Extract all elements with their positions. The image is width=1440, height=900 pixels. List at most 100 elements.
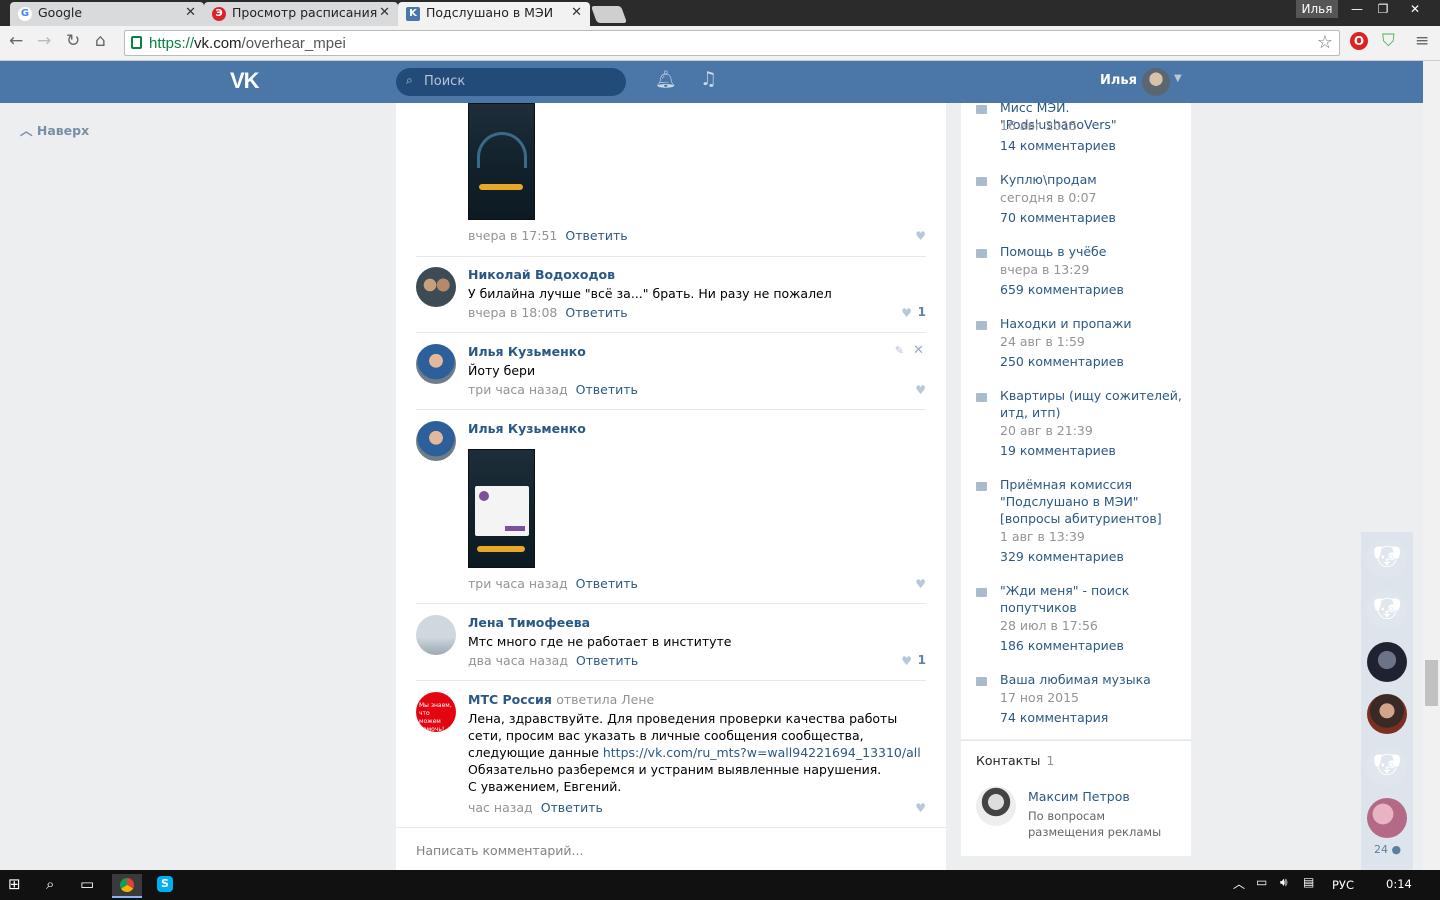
attached-screenshot[interactable] <box>468 103 535 220</box>
reply-target[interactable]: ответила Лене <box>556 692 654 707</box>
heart-icon[interactable]: ♥ <box>901 306 912 320</box>
music-icon[interactable]: ♫ <box>700 68 717 90</box>
chevron-up-icon[interactable]: ︿ <box>1233 875 1245 892</box>
avatar[interactable] <box>1367 798 1407 838</box>
comment-author[interactable]: Николай Водоходов <box>468 267 615 282</box>
close-icon[interactable]: ✕ <box>379 5 390 20</box>
url-text[interactable]: https://vk.com/overhear_mpei <box>149 35 346 52</box>
comment-author[interactable]: Илья Кузьменко <box>468 344 586 359</box>
windows-start-icon[interactable]: ⊞ <box>8 875 21 893</box>
dog-avatar-icon[interactable]: 🐶︎ <box>1367 746 1407 786</box>
reply-link[interactable]: Ответить <box>576 653 638 668</box>
search-icon[interactable]: ⌕ <box>46 875 54 893</box>
browser-profile-button[interactable]: Илья <box>1296 0 1338 18</box>
maximize-icon[interactable]: ❐ <box>1370 0 1396 18</box>
reply-link[interactable]: Ответить <box>565 228 627 243</box>
comment-link[interactable]: https://vk.com/ru_mts?w=wall94221694_133… <box>603 745 921 760</box>
notifications-icon[interactable]: ▤ <box>1303 875 1314 889</box>
comment-input[interactable]: Написать комментарий... <box>396 827 946 870</box>
attached-screenshot[interactable] <box>468 449 535 568</box>
reply-link[interactable]: Ответить <box>541 800 603 815</box>
skype-icon[interactable]: S <box>157 876 173 892</box>
bookmark-star-icon[interactable]: ☆ <box>1317 32 1333 53</box>
online-count[interactable]: 24 ● <box>1374 843 1401 856</box>
close-icon[interactable]: ✕ <box>185 5 196 20</box>
dog-avatar-icon[interactable]: 🐶︎ <box>1367 538 1407 578</box>
topic-title[interactable]: Ваша любимая музыка <box>1000 671 1185 688</box>
heart-icon[interactable]: ♥ <box>901 654 912 668</box>
contacts-title[interactable]: Контакты 1 <box>976 753 1054 768</box>
dog-avatar-icon[interactable]: 🐶︎ <box>1367 590 1407 630</box>
delete-icon[interactable]: ✕ <box>913 343 924 358</box>
chrome-taskbar-button[interactable] <box>112 874 142 898</box>
topic-comments[interactable]: 70 комментариев <box>1000 210 1116 225</box>
clock[interactable]: 0:14 <box>1386 877 1412 891</box>
avatar[interactable] <box>416 615 456 655</box>
topic-title[interactable]: Приёмная комиссия "Подслушано в МЭИ" [во… <box>1000 476 1185 527</box>
search-input[interactable]: ⌕ Поиск <box>396 68 626 96</box>
user-name[interactable]: Илья <box>1100 73 1137 88</box>
topic-comments[interactable]: 74 комментария <box>1000 710 1108 725</box>
heart-icon[interactable]: ♥ <box>915 801 926 815</box>
tab-google[interactable]: G Google ✕ <box>10 2 204 26</box>
close-window-icon[interactable]: ✕ <box>1402 0 1428 18</box>
language-indicator[interactable]: РУС <box>1332 878 1354 892</box>
heart-icon[interactable]: ♥ <box>915 383 926 397</box>
heart-icon[interactable]: ♥ <box>915 229 926 243</box>
task-view-icon[interactable]: ▭ <box>80 875 94 893</box>
menu-icon[interactable]: ≡ <box>1415 31 1429 51</box>
minimize-icon[interactable]: — <box>1344 0 1370 18</box>
bell-icon[interactable]: 🔔︎ <box>655 70 677 90</box>
new-tab-button[interactable] <box>590 6 628 23</box>
tab-label: Подслушано в МЭИ <box>426 5 554 20</box>
topic-comments[interactable]: 186 комментариев <box>1000 638 1124 653</box>
vk-logo[interactable]: VK <box>230 68 260 94</box>
reply-link[interactable]: Ответить <box>576 382 638 397</box>
heart-icon[interactable]: ♥ <box>915 577 926 591</box>
avatar[interactable] <box>1367 642 1407 682</box>
avatar[interactable]: Мы знаем, что можем помочь! <box>416 692 456 732</box>
topic-comments[interactable]: 659 комментариев <box>1000 282 1124 297</box>
volume-icon[interactable]: 🔊︎ <box>1280 875 1288 890</box>
avatar[interactable] <box>416 267 456 307</box>
avatar[interactable] <box>1142 68 1170 96</box>
topic-title[interactable]: Куплю\продам <box>1000 171 1185 188</box>
topic-title[interactable]: Находки и пропажи <box>1000 315 1185 332</box>
network-icon[interactable]: ▭ <box>1256 875 1267 889</box>
comment-author[interactable]: Лена Тимофеева <box>468 615 590 630</box>
close-icon[interactable]: ✕ <box>571 5 582 20</box>
contact-name[interactable]: Максим Петров <box>1028 789 1130 804</box>
scrollbar[interactable] <box>1423 61 1440 870</box>
tab-vk[interactable]: K Подслушано в МЭИ ✕ <box>398 2 590 26</box>
topic-comments[interactable]: 250 комментариев <box>1000 354 1124 369</box>
shield-extension-icon[interactable]: ⛉ <box>1382 31 1395 51</box>
topic-comments[interactable]: 14 комментариев <box>1000 138 1116 153</box>
edit-icon[interactable]: ✎ <box>895 344 904 357</box>
reload-icon[interactable]: ↻ <box>66 31 80 51</box>
back-to-top-link[interactable]: ︿ Наверх <box>20 120 89 139</box>
avatar[interactable] <box>416 421 456 461</box>
home-icon[interactable]: ⌂ <box>95 31 106 51</box>
scrollbar-thumb[interactable] <box>1425 660 1438 706</box>
reply-link[interactable]: Ответить <box>576 576 638 591</box>
comment: Илья Кузьменко ✎ ✕ Йоту бери три часа на… <box>416 343 926 404</box>
opera-extension-icon[interactable]: O <box>1350 32 1368 50</box>
avatar[interactable] <box>416 344 456 384</box>
address-bar[interactable]: https://vk.com/overhear_mpei ☆ <box>124 30 1340 56</box>
topic-title[interactable]: Помощь в учёбе <box>1000 243 1185 260</box>
popup-dialog <box>475 486 529 536</box>
topic-title[interactable]: "Жди меня" - поиск попутчиков <box>1000 582 1185 616</box>
topic-comments[interactable]: 19 комментариев <box>1000 443 1116 458</box>
back-icon[interactable]: ← <box>9 31 23 51</box>
topic-comments[interactable]: 329 комментариев <box>1000 549 1124 564</box>
tab-schedule[interactable]: Э Просмотр расписания ✕ <box>204 2 398 26</box>
chevron-down-icon[interactable]: ▼ <box>1174 73 1182 84</box>
avatar[interactable] <box>976 786 1016 826</box>
avatar[interactable] <box>1367 694 1407 734</box>
author-link[interactable]: МТС Россия <box>468 692 552 707</box>
topic-title[interactable]: Квартиры (ищу сожителей, итд, итп) <box>1000 387 1185 421</box>
comment-meta: час назад Ответить <box>468 800 603 815</box>
reply-link[interactable]: Ответить <box>565 305 627 320</box>
forward-icon[interactable]: → <box>37 31 51 51</box>
comment-author[interactable]: Илья Кузьменко <box>468 421 586 436</box>
